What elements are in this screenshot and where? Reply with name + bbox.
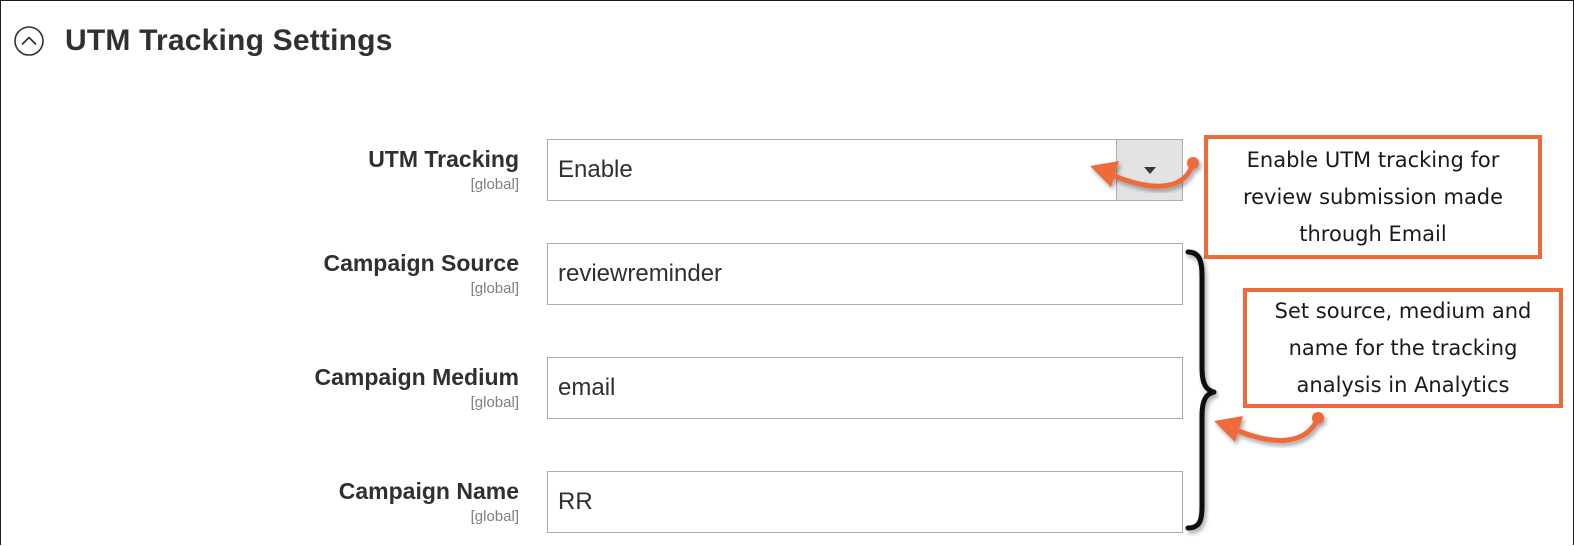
callout-utm-tracking-text: Enable UTM tracking for review submissio…	[1242, 147, 1504, 246]
settings-panel: UTM Tracking Settings UTM Tracking [glob…	[0, 0, 1574, 545]
section-header[interactable]: UTM Tracking Settings	[13, 19, 393, 63]
chevron-up-circle-icon[interactable]	[13, 25, 45, 57]
campaign-medium-label-group: Campaign Medium [global]	[39, 363, 519, 413]
campaign-name-label: Campaign Name	[338, 478, 519, 504]
campaign-medium-input[interactable]	[547, 357, 1183, 419]
campaign-source-scope: [global]	[470, 280, 519, 297]
utm-tracking-scope: [global]	[470, 176, 519, 193]
triangle-down-icon	[1144, 167, 1156, 174]
campaign-medium-scope: [global]	[470, 394, 519, 411]
callout-campaign-fields: Set source, medium and name for the trac…	[1243, 288, 1563, 408]
campaign-name-input[interactable]	[547, 471, 1183, 533]
callout-utm-tracking: Enable UTM tracking for review submissio…	[1204, 135, 1542, 259]
section-title: UTM Tracking Settings	[65, 24, 393, 57]
campaign-name-scope: [global]	[470, 508, 519, 525]
utm-tracking-selected-value: Enable	[558, 156, 633, 183]
select-toggle-button[interactable]	[1116, 140, 1182, 200]
campaign-source-label: Campaign Source	[323, 250, 519, 276]
campaign-source-input[interactable]	[547, 243, 1183, 305]
utm-tracking-label: UTM Tracking	[368, 146, 519, 172]
campaign-medium-label: Campaign Medium	[314, 364, 519, 390]
campaign-name-label-group: Campaign Name [global]	[39, 477, 519, 527]
utm-tracking-label-group: UTM Tracking [global]	[39, 145, 519, 195]
campaign-source-label-group: Campaign Source [global]	[39, 249, 519, 299]
callout-campaign-fields-text: Set source, medium and name for the trac…	[1274, 298, 1532, 397]
utm-tracking-select[interactable]: Enable	[547, 139, 1183, 201]
